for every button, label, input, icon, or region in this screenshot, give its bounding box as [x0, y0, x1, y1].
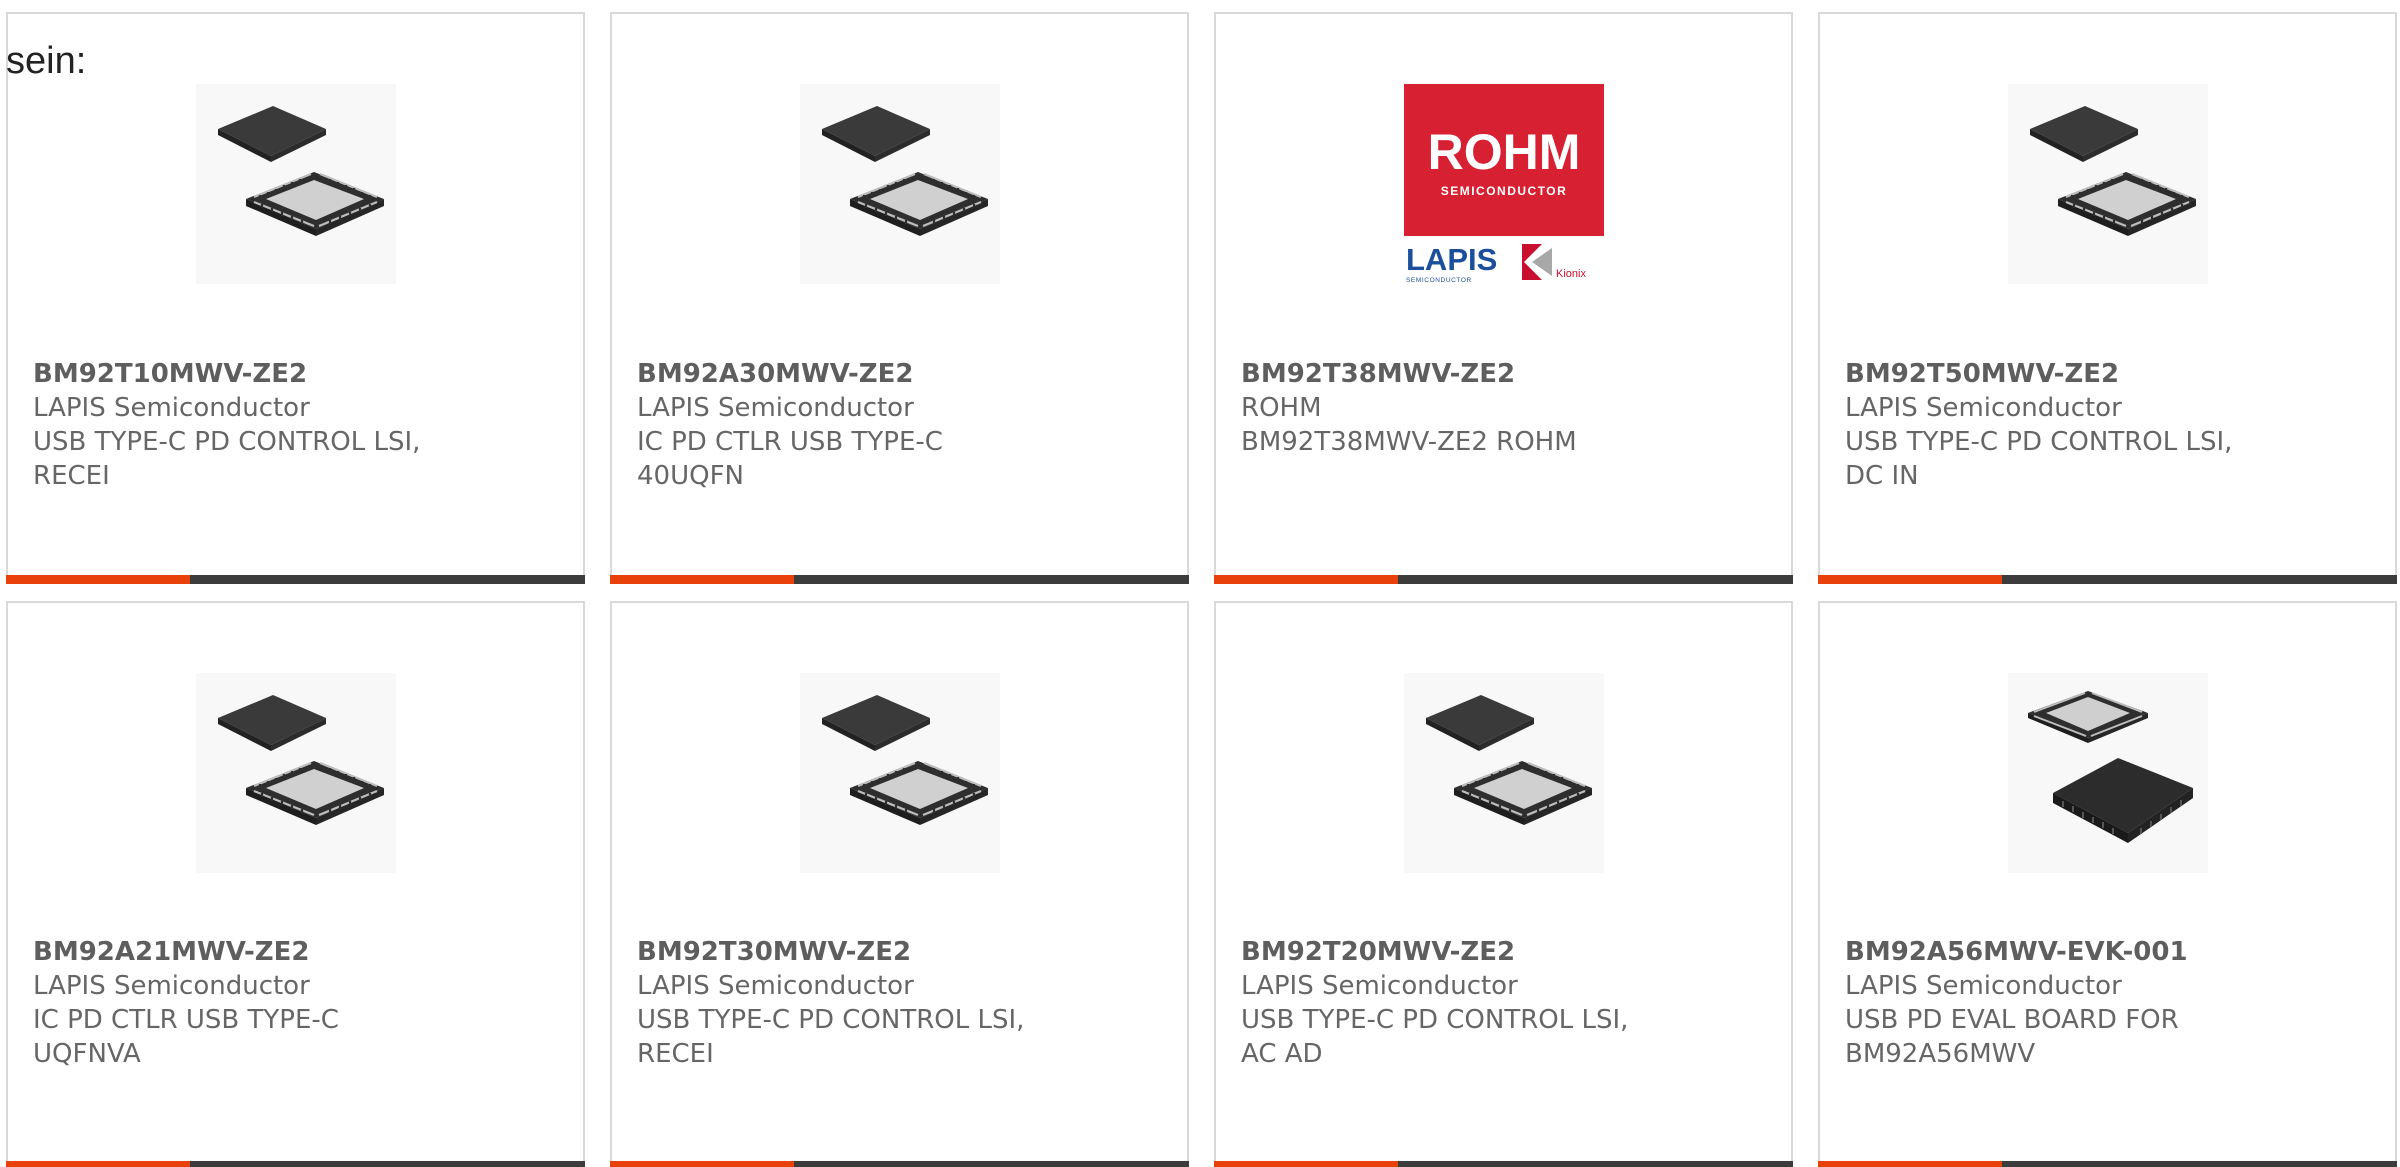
product-card[interactable]: BM92A21MWV-ZE2 LAPIS Semiconductor IC PD… — [6, 601, 585, 1167]
product-card[interactable]: BM92A56MWV-EVK-001 LAPIS Semiconductor U… — [1818, 601, 2397, 1167]
description: USB PD EVAL BOARD FOR BM92A56MWV — [1845, 1005, 2179, 1069]
part-number[interactable]: BM92T20MWV-ZE2 — [1241, 935, 1771, 969]
card-accent-bar — [1214, 575, 1793, 584]
card-accent-bar — [1214, 1161, 1793, 1167]
lapis-logo-subtext: SEMICONDUCTOR — [1406, 277, 1472, 284]
card-accent-bar — [6, 575, 585, 584]
part-number[interactable]: BM92T10MWV-ZE2 — [33, 357, 563, 391]
description: BM92T38MWV-ZE2 ROHM — [1241, 427, 1577, 457]
product-card[interactable]: BM92T30MWV-ZE2 LAPIS Semiconductor USB T… — [610, 601, 1189, 1167]
description: USB TYPE-C PD CONTROL LSI, AC AD — [1241, 1005, 1629, 1069]
part-number[interactable]: BM92A56MWV-EVK-001 — [1845, 935, 2375, 969]
eval-chip-icon — [2007, 673, 2208, 873]
rohm-logo-text: ROHM — [1427, 124, 1580, 180]
qfn-chip-icon — [195, 673, 396, 873]
qfn-chip-icon — [1403, 673, 1604, 873]
manufacturer: LAPIS Semiconductor — [637, 971, 914, 1001]
product-card[interactable]: ROHM SEMICONDUCTOR LAPIS SEMICONDUCTOR K… — [1214, 12, 1793, 584]
manufacturer: ROHM — [1241, 393, 1322, 423]
manufacturer: LAPIS Semiconductor — [1241, 971, 1518, 1001]
rohm-logo-subtext: SEMICONDUCTOR — [1440, 184, 1567, 198]
manufacturer: LAPIS Semiconductor — [637, 393, 914, 423]
card-accent-bar — [610, 1161, 1189, 1167]
product-card[interactable]: BM92A30MWV-ZE2 LAPIS Semiconductor IC PD… — [610, 12, 1189, 584]
product-card[interactable]: BM92T10MWV-ZE2 LAPIS Semiconductor USB T… — [6, 12, 585, 584]
manufacturer: LAPIS Semiconductor — [1845, 971, 2122, 1001]
part-number[interactable]: BM92T50MWV-ZE2 — [1845, 357, 2375, 391]
manufacturer: LAPIS Semiconductor — [33, 393, 310, 423]
qfn-chip-icon — [2007, 84, 2208, 284]
part-number[interactable]: BM92T30MWV-ZE2 — [637, 935, 1167, 969]
part-number[interactable]: BM92A21MWV-ZE2 — [33, 935, 563, 969]
qfn-chip-icon — [799, 673, 1000, 873]
product-card[interactable]: BM92T20MWV-ZE2 LAPIS Semiconductor USB T… — [1214, 601, 1793, 1167]
qfn-chip-icon — [195, 84, 396, 284]
description: IC PD CTLR USB TYPE-C 40UQFN — [637, 427, 943, 491]
card-accent-bar — [1818, 575, 2397, 584]
product-grid: BM92T10MWV-ZE2 LAPIS Semiconductor USB T… — [0, 0, 2400, 1167]
product-card[interactable]: BM92T50MWV-ZE2 LAPIS Semiconductor USB T… — [1818, 12, 2397, 584]
part-number[interactable]: BM92T38MWV-ZE2 — [1241, 357, 1771, 391]
card-accent-bar — [1818, 1161, 2397, 1167]
manufacturer: LAPIS Semiconductor — [33, 971, 310, 1001]
description: USB TYPE-C PD CONTROL LSI, RECEI — [637, 1005, 1025, 1069]
description: IC PD CTLR USB TYPE-C UQFNVA — [33, 1005, 339, 1069]
manufacturer: LAPIS Semiconductor — [1845, 393, 2122, 423]
description: USB TYPE-C PD CONTROL LSI, DC IN — [1845, 427, 2233, 491]
part-number[interactable]: BM92A30MWV-ZE2 — [637, 357, 1167, 391]
intro-text: sein: — [6, 40, 87, 82]
lapis-logo-text: LAPIS — [1406, 242, 1497, 277]
rohm-logo: ROHM SEMICONDUCTOR LAPIS SEMICONDUCTOR K… — [1403, 84, 1604, 284]
kionix-logo-text: Kionix — [1556, 268, 1586, 280]
card-accent-bar — [6, 1161, 585, 1167]
qfn-chip-icon — [799, 84, 1000, 284]
description: USB TYPE-C PD CONTROL LSI, RECEI — [33, 427, 421, 491]
card-accent-bar — [610, 575, 1189, 584]
